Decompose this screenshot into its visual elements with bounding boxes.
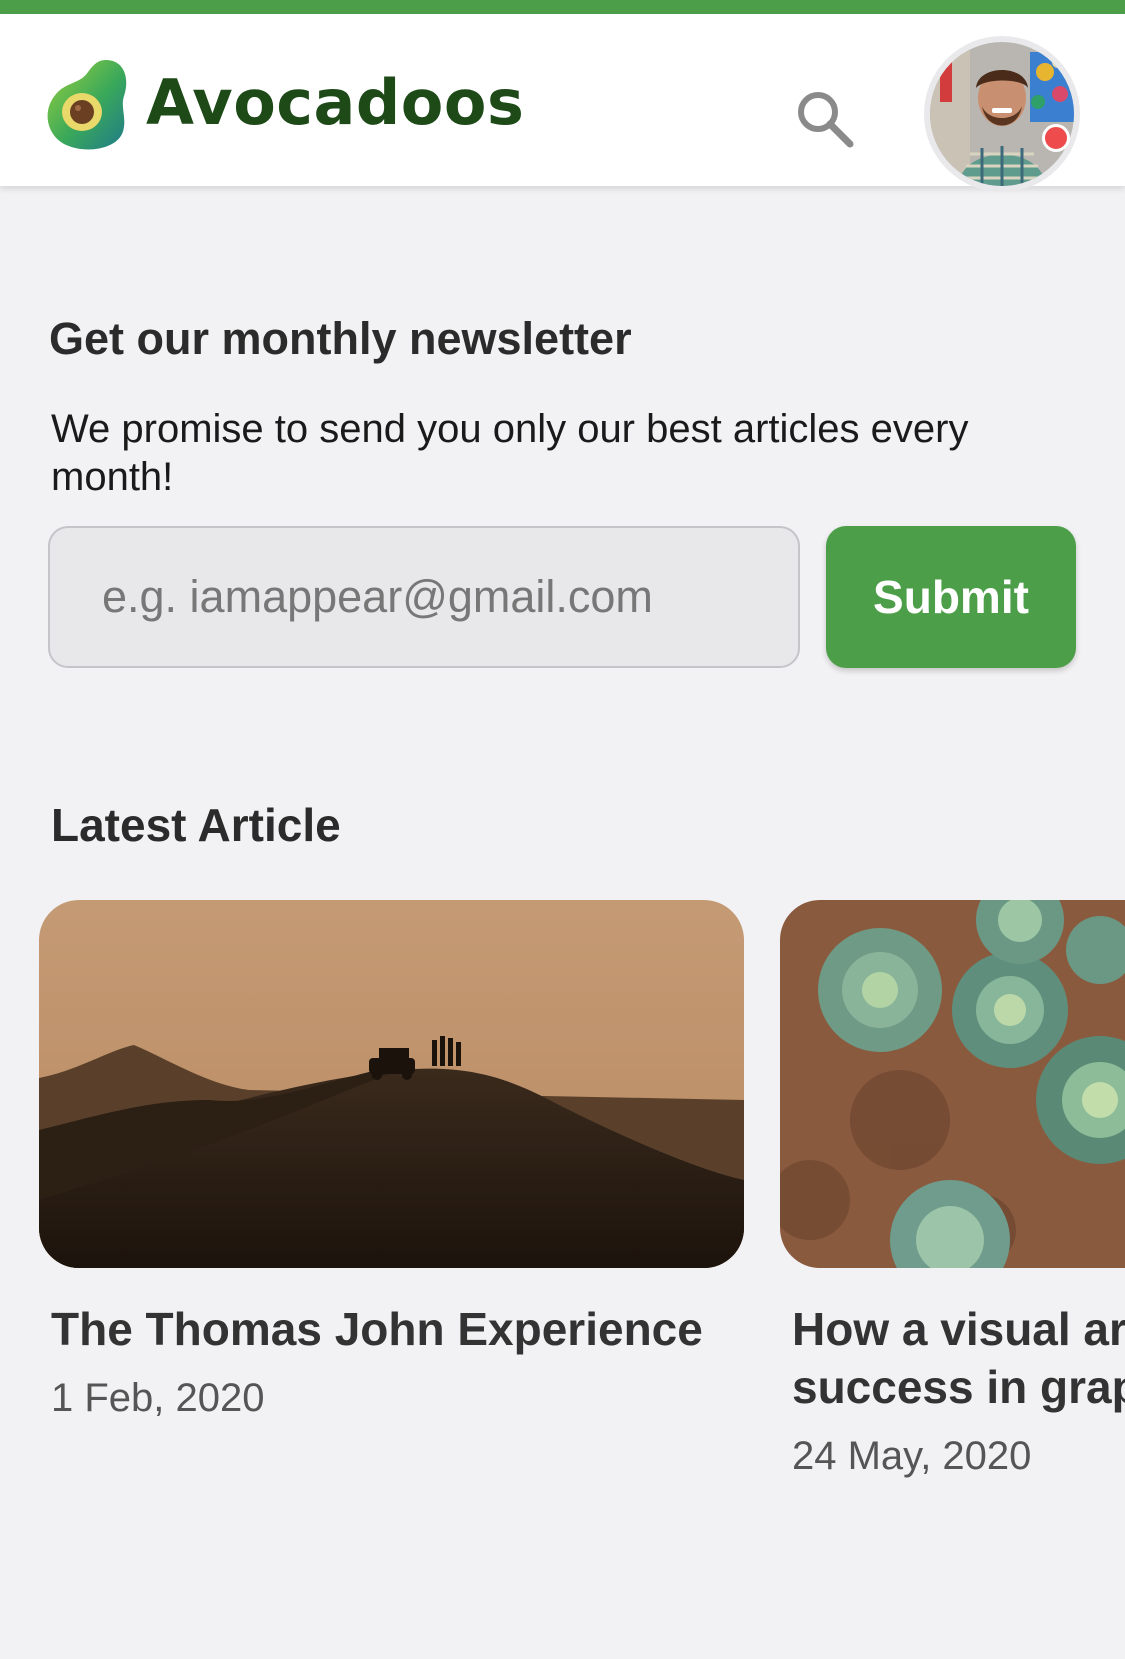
avatar-photo xyxy=(930,42,1074,186)
article-card[interactable]: How a visual artist redefines success in… xyxy=(780,900,1125,1520)
newsletter-description: We promise to send you only our best art… xyxy=(51,407,969,499)
brand-name[interactable]: Avocadoos xyxy=(146,66,524,139)
article-card[interactable]: The Thomas John Experience 1 Feb, 2020 xyxy=(39,900,744,1421)
user-avatar[interactable] xyxy=(924,36,1080,192)
notification-badge xyxy=(1042,124,1070,152)
newsletter-title: Get our monthly newsletter xyxy=(49,313,632,364)
submit-button[interactable]: Submit xyxy=(826,526,1076,668)
article-image-cabbages xyxy=(780,900,1125,1268)
avocado-logo-icon xyxy=(47,60,127,150)
latest-article-title: Latest Article xyxy=(51,799,341,851)
article-date: 24 May, 2020 xyxy=(792,1434,1032,1478)
article-title: How a visual artist redefines success in… xyxy=(792,1303,1125,1413)
article-date: 1 Feb, 2020 xyxy=(51,1376,265,1420)
top-accent-bar xyxy=(0,0,1125,14)
article-title: The Thomas John Experience xyxy=(51,1303,703,1355)
email-field[interactable] xyxy=(48,526,800,668)
article-image-desert xyxy=(39,900,744,1268)
search-icon[interactable] xyxy=(792,86,856,150)
app-header: Avocadoos xyxy=(0,14,1125,192)
